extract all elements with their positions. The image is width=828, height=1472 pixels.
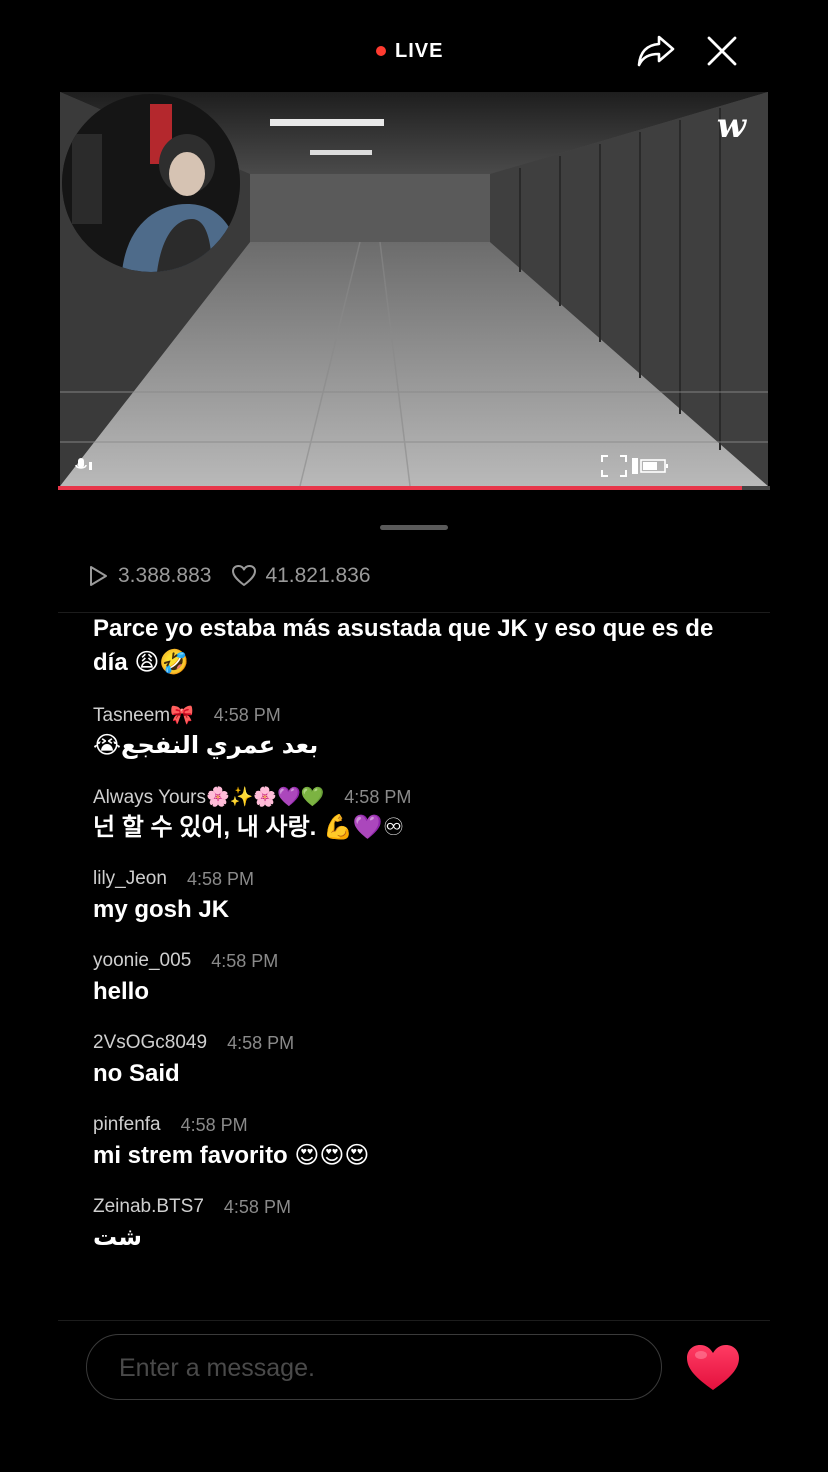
chat-message-text: 넌 할 수 있어, 내 사랑. 💪💜♾	[93, 814, 405, 841]
video-player[interactable]: w	[60, 92, 768, 486]
live-dot-icon	[376, 46, 386, 56]
top-bar: LIVE	[0, 0, 828, 92]
play-count: 3.388.883	[86, 564, 211, 588]
drag-handle[interactable]	[380, 525, 448, 530]
chat-username[interactable]: Tasneem🎀	[93, 703, 194, 727]
chat-timestamp: 4:58 PM	[211, 950, 279, 971]
chat-message: lily_Jeon 4:58 PM my gosh JK	[93, 864, 753, 926]
live-indicator: LIVE	[376, 37, 443, 65]
play-icon	[90, 566, 107, 586]
weverse-logo: w	[716, 106, 746, 146]
share-arrow-icon	[637, 35, 675, 67]
chat-username[interactable]: Zeinab.BTS7	[93, 1196, 204, 1218]
chat-timestamp: 4:58 PM	[213, 704, 281, 725]
chat-timestamp: 4:58 PM	[186, 868, 254, 889]
chat-message-text: شت	[93, 1224, 143, 1251]
streamer-pip-camera	[62, 94, 240, 272]
heart-outline-icon	[232, 565, 257, 586]
chat-username[interactable]: 2VsOGc8049	[93, 1032, 207, 1054]
message-input-container[interactable]	[86, 1334, 662, 1401]
battery-status-icon	[630, 456, 670, 481]
message-input[interactable]	[117, 1335, 641, 1401]
chat-timestamp: 4:58 PM	[227, 1032, 295, 1053]
chat-username[interactable]: yoonie_005	[93, 950, 191, 972]
chat-message: pinfenfa 4:58 PM mi strem favorito 😍😍😍	[93, 1110, 753, 1172]
chat-message: 2VsOGc8049 4:58 PM no Said	[93, 1028, 753, 1090]
chat-timestamp: 4:58 PM	[180, 1114, 248, 1135]
stream-stats: 3.388.883 41.821.836	[86, 562, 391, 590]
like-count: 41.821.836	[231, 564, 371, 588]
mic-muted-icon	[74, 456, 96, 479]
chat-timestamp: 4:58 PM	[223, 1196, 291, 1217]
chat-message-text: بعد عمري النفجع😭	[93, 732, 319, 759]
live-label: LIVE	[395, 39, 444, 62]
chat-username[interactable]: lily_Jeon	[93, 868, 167, 890]
composer-divider	[58, 1320, 770, 1321]
chat-timestamp: 4:58 PM	[344, 786, 412, 807]
chat-message-text: no Said	[93, 1060, 180, 1087]
chat-message: Always Yours🌸✨🌸💜💚 4:58 PM 넌 할 수 있어, 내 사랑…	[93, 782, 753, 844]
video-progress-fill	[58, 486, 742, 490]
chat-list[interactable]: Parce yo estaba más asustada que JK y es…	[93, 612, 753, 1308]
chat-message-text: hello	[93, 978, 150, 1005]
chat-message-text: mi strem favorito 😍😍😍	[93, 1142, 370, 1169]
streamer-avatar-icon	[62, 94, 240, 272]
chat-message-text: Parce yo estaba más asustada que JK y es…	[93, 615, 714, 676]
share-button[interactable]	[634, 29, 678, 73]
chat-username[interactable]: Always Yours🌸✨🌸💜💚	[93, 785, 324, 809]
close-icon	[707, 36, 737, 66]
send-heart-button[interactable]	[684, 1342, 742, 1394]
chat-message: Tasneem🎀 4:58 PM بعد عمري النفجع😭	[93, 700, 753, 762]
fullscreen-icon[interactable]	[600, 454, 628, 483]
chat-message: Zeinab.BTS7 4:58 PM شت	[93, 1192, 753, 1254]
video-progress-bar[interactable]	[58, 486, 770, 490]
chat-message: yoonie_005 4:58 PM hello	[93, 946, 753, 1008]
play-count-value: 3.388.883	[118, 564, 212, 587]
heart-filled-icon	[687, 1345, 739, 1390]
close-button[interactable]	[700, 29, 744, 73]
like-count-value: 41.821.836	[265, 564, 371, 587]
chat-message-text: my gosh JK	[93, 896, 230, 923]
chat-username[interactable]: pinfenfa	[93, 1114, 161, 1136]
